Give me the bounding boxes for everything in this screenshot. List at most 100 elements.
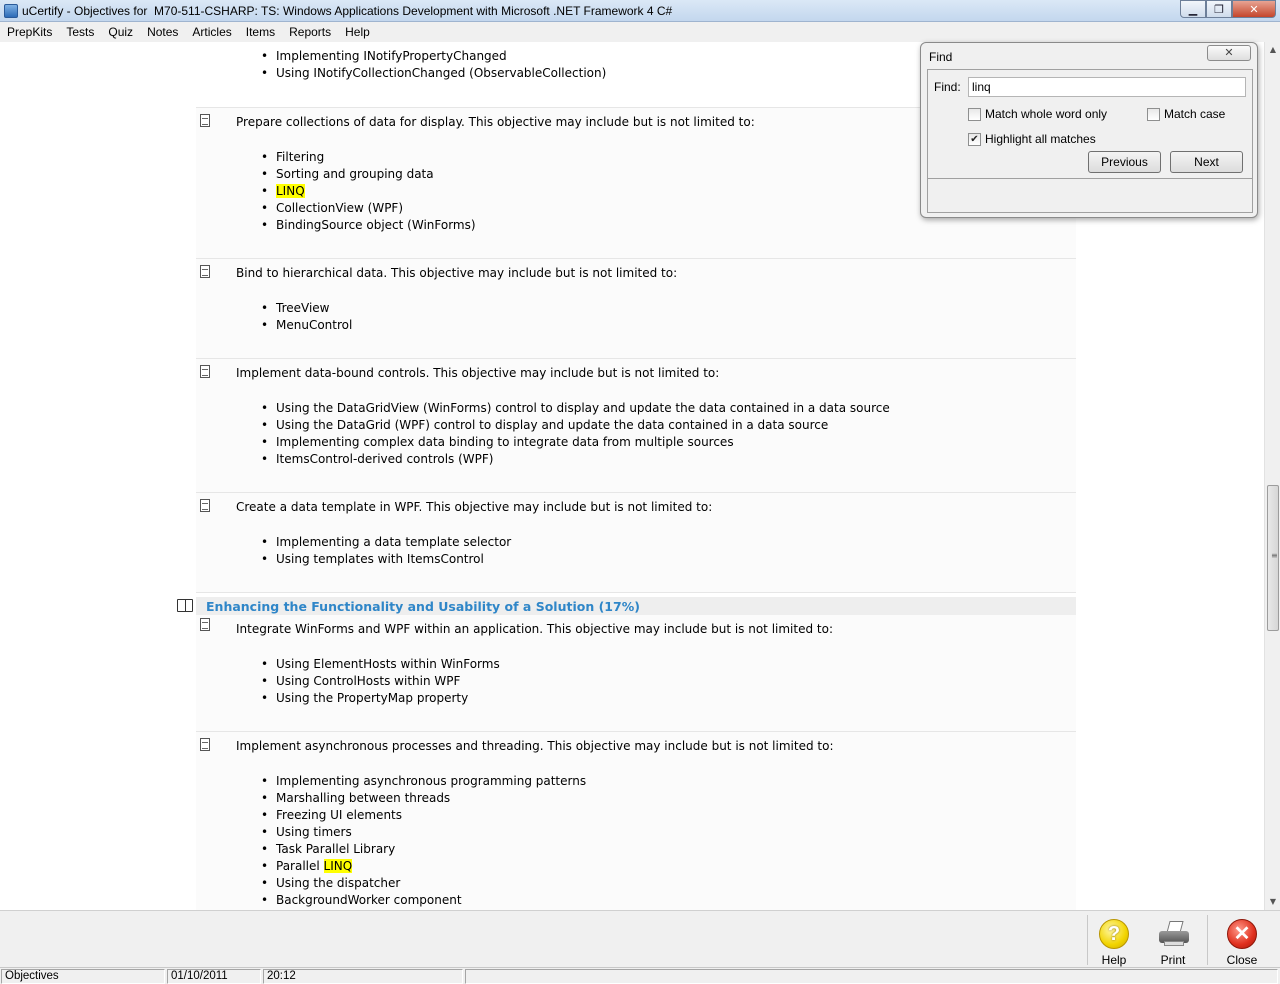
status-section: Objectives bbox=[1, 969, 165, 984]
list-item: Using INotifyCollectionChanged (Observab… bbox=[261, 65, 606, 82]
menu-tests[interactable]: Tests bbox=[59, 25, 101, 39]
checkbox-label: Highlight all matches bbox=[985, 132, 1096, 146]
close-label: Close bbox=[1226, 953, 1258, 967]
objective-list: TreeView MenuControl bbox=[261, 300, 352, 334]
search-highlight: LINQ bbox=[276, 184, 305, 198]
title-bar: uCertify - Objectives for M70-511-CSHARP… bbox=[0, 0, 1280, 22]
divider bbox=[928, 178, 1252, 179]
list-item: Using ElementHosts within WinForms bbox=[261, 656, 500, 673]
toolbar-separator bbox=[1207, 915, 1208, 965]
find-close-button[interactable]: ✕ bbox=[1207, 45, 1251, 61]
list-item: Freezing UI elements bbox=[261, 807, 586, 824]
match-case-checkbox[interactable]: Match case bbox=[1147, 107, 1225, 121]
objective-block: Integrate WinForms and WPF within an app… bbox=[196, 615, 1076, 732]
objective-block: Implement asynchronous processes and thr… bbox=[196, 732, 1076, 910]
objective-text: Implement asynchronous processes and thr… bbox=[236, 739, 834, 753]
list-item: Task Parallel Library bbox=[261, 841, 586, 858]
app-icon bbox=[4, 4, 18, 18]
objective-text: Create a data template in WPF. This obje… bbox=[236, 500, 713, 514]
close-button[interactable]: ✕ Close bbox=[1214, 915, 1270, 967]
menu-quiz[interactable]: Quiz bbox=[101, 25, 140, 39]
find-dialog-pane: Find: Match whole word only Match case ✔… bbox=[927, 69, 1253, 213]
objective-list: Using the DataGridView (WinForms) contro… bbox=[261, 400, 890, 468]
checkbox-label: Match whole word only bbox=[985, 107, 1108, 121]
list-item: Marshalling between threads bbox=[261, 790, 586, 807]
print-button[interactable]: Print bbox=[1145, 915, 1201, 967]
list-item: CollectionView (WPF) bbox=[261, 200, 476, 217]
find-dialog: Find ✕ Find: Match whole word only Match… bbox=[920, 42, 1258, 218]
scroll-down-arrow-icon[interactable]: ▼ bbox=[1265, 894, 1280, 910]
document-icon bbox=[200, 618, 210, 631]
find-input[interactable] bbox=[968, 77, 1246, 97]
minimize-button[interactable]: ▁ bbox=[1180, 0, 1206, 18]
list-item: Parallel LINQ bbox=[261, 858, 586, 875]
window-title: uCertify - Objectives for M70-511-CSHARP… bbox=[22, 4, 673, 18]
objective-list: Implementing INotifyPropertyChanged Usin… bbox=[261, 48, 606, 82]
list-item: Implementing INotifyPropertyChanged bbox=[261, 48, 606, 65]
document-icon bbox=[200, 738, 210, 751]
objective-text: Bind to hierarchical data. This objectiv… bbox=[236, 266, 678, 280]
list-item: Using templates with ItemsControl bbox=[261, 551, 511, 568]
scroll-up-arrow-icon[interactable]: ▲ bbox=[1265, 42, 1280, 58]
maximize-button[interactable]: ❐ bbox=[1206, 0, 1232, 18]
previous-button[interactable]: Previous bbox=[1088, 151, 1161, 173]
objective-text: Integrate WinForms and WPF within an app… bbox=[236, 622, 833, 636]
menu-notes[interactable]: Notes bbox=[140, 25, 185, 39]
print-label: Print bbox=[1160, 953, 1186, 967]
checkbox-box bbox=[968, 107, 981, 121]
help-icon: ? bbox=[1099, 919, 1129, 949]
menu-prepkits[interactable]: PrepKits bbox=[0, 25, 59, 39]
status-bar: Objectives 01/10/2011 20:12 bbox=[0, 967, 1280, 984]
status-date: 01/10/2011 bbox=[167, 969, 261, 984]
objective-list: Implementing a data template selector Us… bbox=[261, 534, 511, 568]
printer-icon bbox=[1159, 921, 1189, 947]
vertical-scrollbar[interactable]: ▲ ≡ ▼ bbox=[1264, 42, 1280, 910]
checkbox-label: Match case bbox=[1164, 107, 1226, 121]
list-item: TreeView bbox=[261, 300, 352, 317]
document-icon bbox=[200, 114, 210, 127]
list-item-prefix: Parallel bbox=[276, 859, 324, 873]
bottom-toolbar: ? Help Print ✕ Close bbox=[0, 910, 1280, 967]
help-button[interactable]: ? Help bbox=[1086, 915, 1142, 967]
document-icon bbox=[200, 365, 210, 378]
find-label: Find: bbox=[934, 80, 961, 94]
list-item: Using the dispatcher bbox=[261, 875, 586, 892]
list-item: Implementing complex data binding to int… bbox=[261, 434, 890, 451]
list-item: BackgroundWorker component bbox=[261, 892, 586, 909]
help-label: Help bbox=[1101, 953, 1127, 967]
objective-block: Create a data template in WPF. This obje… bbox=[196, 493, 1076, 593]
checkmark-icon: ✔ bbox=[968, 132, 981, 146]
list-item: LINQ bbox=[261, 183, 476, 200]
list-item: Using the DataGrid (WPF) control to disp… bbox=[261, 417, 890, 434]
list-item: Using ControlHosts within WPF bbox=[261, 673, 500, 690]
close-icon: ✕ bbox=[1227, 919, 1257, 949]
window-controls: ▁ ❐ ✕ bbox=[1180, 0, 1276, 18]
next-button[interactable]: Next bbox=[1170, 151, 1243, 173]
search-highlight: LINQ bbox=[323, 859, 353, 873]
section-title: Enhancing the Functionality and Usabilit… bbox=[206, 599, 640, 614]
list-item: MenuControl bbox=[261, 317, 352, 334]
list-item: BindingSource object (WinForms) bbox=[261, 217, 476, 234]
menu-articles[interactable]: Articles bbox=[185, 25, 238, 39]
menu-help[interactable]: Help bbox=[338, 25, 377, 39]
menu-bar: PrepKits Tests Quiz Notes Articles Items… bbox=[0, 22, 1280, 42]
menu-items[interactable]: Items bbox=[239, 25, 282, 39]
match-whole-word-checkbox[interactable]: Match whole word only bbox=[968, 107, 1107, 121]
list-item: Filtering bbox=[261, 149, 476, 166]
list-item: Using timers bbox=[261, 824, 586, 841]
scrollbar-thumb[interactable]: ≡ bbox=[1267, 485, 1279, 631]
document-icon bbox=[200, 499, 210, 512]
list-item: Implementing a data template selector bbox=[261, 534, 511, 551]
objective-text: Prepare collections of data for display.… bbox=[236, 115, 755, 129]
objective-text: Implement data-bound controls. This obje… bbox=[236, 366, 720, 380]
menu-reports[interactable]: Reports bbox=[282, 25, 338, 39]
document-icon bbox=[200, 265, 210, 278]
objective-list: Using ElementHosts within WinForms Using… bbox=[261, 656, 500, 707]
window-close-button[interactable]: ✕ bbox=[1232, 0, 1276, 18]
find-dialog-title: Find bbox=[929, 50, 953, 64]
grip-icon: ≡ bbox=[1271, 551, 1278, 560]
list-item: Implementing asynchronous programming pa… bbox=[261, 773, 586, 790]
highlight-all-checkbox[interactable]: ✔ Highlight all matches bbox=[968, 132, 1096, 146]
section-header[interactable]: Enhancing the Functionality and Usabilit… bbox=[177, 597, 1076, 615]
status-empty bbox=[465, 969, 1278, 984]
